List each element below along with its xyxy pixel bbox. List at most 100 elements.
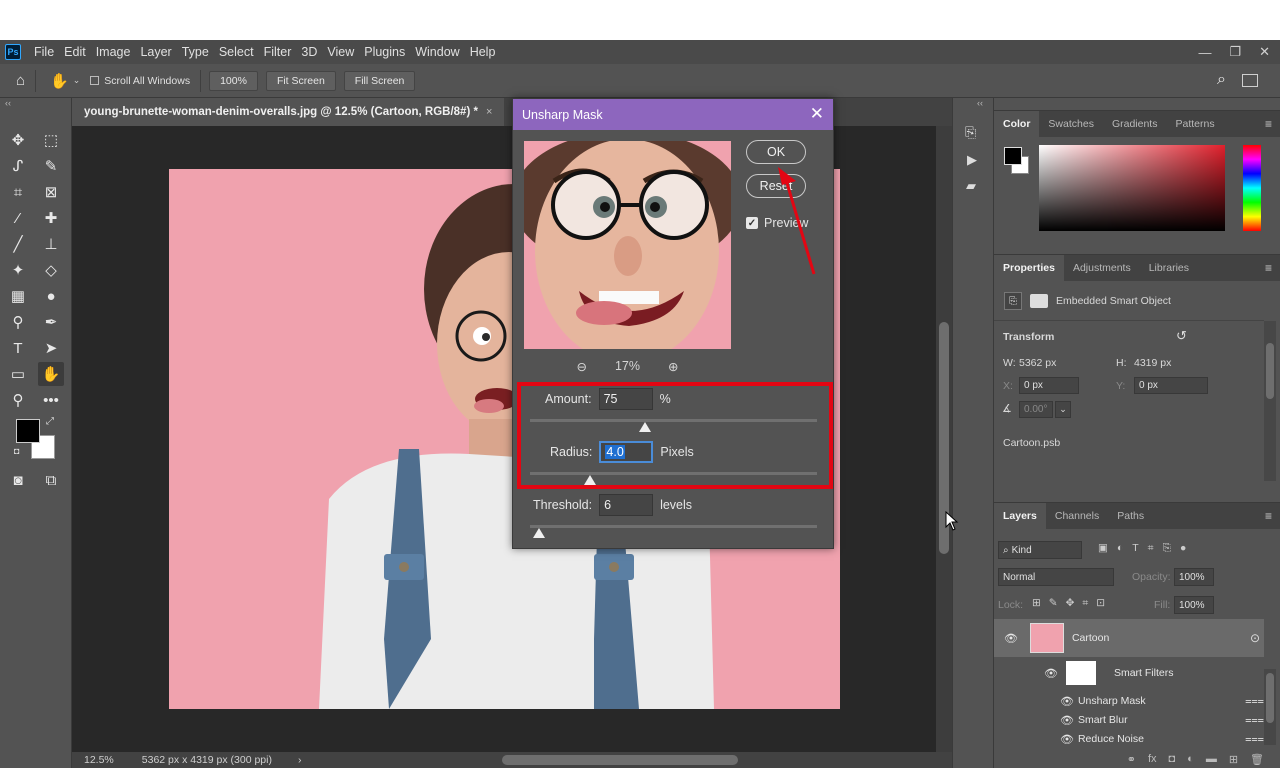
filter-row[interactable]: 👁 Unsharp Mask ⩶ xyxy=(994,692,1264,710)
menu-select[interactable]: Select xyxy=(214,40,259,64)
menu-image[interactable]: Image xyxy=(91,40,136,64)
lock-icons[interactable]: ⊞✎✥⌗⊡ xyxy=(1032,597,1113,610)
panel-menu-icon[interactable]: ≡ xyxy=(1265,261,1272,275)
expand-panels-icon[interactable]: ‹‹ xyxy=(977,98,983,108)
minimize-button[interactable]: — xyxy=(1198,45,1211,60)
move-tool-icon[interactable]: ✥ xyxy=(5,128,31,152)
tab-paths[interactable]: Paths xyxy=(1108,503,1153,529)
collapse-icon[interactable]: ‹‹ xyxy=(5,98,11,108)
new-layer-icon[interactable]: ⊞ xyxy=(1229,753,1238,766)
actions-play-icon[interactable]: ▶ xyxy=(967,152,977,168)
color-field[interactable] xyxy=(1039,145,1225,231)
quick-select-tool-icon[interactable]: ✎ xyxy=(38,154,64,178)
link-icon[interactable]: ⚭ xyxy=(1127,753,1136,766)
healing-brush-tool-icon[interactable]: ✚ xyxy=(38,206,64,230)
blur-tool-icon[interactable]: ● xyxy=(38,284,64,308)
width-value[interactable]: 5362 px xyxy=(1019,357,1056,369)
reset-transform-icon[interactable]: ↺ xyxy=(1176,328,1187,344)
eye-icon[interactable]: 👁 xyxy=(1060,695,1074,708)
status-arrow-icon[interactable]: › xyxy=(298,754,302,766)
smart-filters-row[interactable]: 👁 Smart Filters xyxy=(994,661,1264,685)
eraser-tool-icon[interactable]: ◇ xyxy=(38,258,64,282)
stamp-tool-icon[interactable]: ⊥ xyxy=(38,232,64,256)
fill-screen-button[interactable]: Fill Screen xyxy=(343,70,416,91)
menu-file[interactable]: File xyxy=(29,40,59,64)
menu-window[interactable]: Window xyxy=(410,40,464,64)
folder-icon[interactable]: ▬ xyxy=(1206,753,1217,765)
zoom-tool-icon[interactable]: ⚲ xyxy=(5,388,31,412)
eye-icon[interactable]: 👁 xyxy=(1044,667,1058,680)
foreground-color-swatch[interactable] xyxy=(16,419,40,443)
menu-edit[interactable]: Edit xyxy=(59,40,91,64)
trash-icon[interactable]: 🗑 xyxy=(1250,753,1264,766)
hue-slider[interactable] xyxy=(1243,145,1261,231)
chevron-down-icon[interactable]: ⌄ xyxy=(73,75,81,86)
restore-button[interactable]: ❐ xyxy=(1229,44,1241,60)
rectangle-tool-icon[interactable]: ▭ xyxy=(5,362,31,386)
filter-options-icon[interactable]: ⩶ xyxy=(1245,695,1264,708)
fx-icon[interactable]: fx xyxy=(1148,753,1157,765)
tab-patterns[interactable]: Patterns xyxy=(1166,111,1223,137)
hand-tool-icon[interactable]: ✋ xyxy=(38,362,64,386)
filter-preview[interactable] xyxy=(524,141,731,349)
search-icon[interactable]: ⌕ xyxy=(1217,71,1226,89)
eye-icon[interactable]: 👁 xyxy=(1004,632,1018,645)
gradient-tool-icon[interactable]: ▦ xyxy=(5,284,31,308)
threshold-input[interactable]: 6 xyxy=(599,494,654,516)
menu-help[interactable]: Help xyxy=(465,40,501,64)
zoom-out-icon[interactable]: ⊖ xyxy=(577,359,587,374)
quick-mask-icon[interactable]: ◙ xyxy=(5,468,31,492)
tab-libraries[interactable]: Libraries xyxy=(1140,255,1198,281)
document-tab[interactable]: young-brunette-woman-denim-overalls.jpg … xyxy=(72,98,505,126)
brush-tool-icon[interactable]: ╱ xyxy=(5,232,31,256)
filter-options-icon[interactable]: ⩶ xyxy=(1245,714,1264,727)
status-zoom[interactable]: 12.5% xyxy=(84,754,114,766)
height-value[interactable]: 4319 px xyxy=(1134,357,1171,369)
eye-icon[interactable]: 👁 xyxy=(1060,714,1074,727)
filter-options-icon[interactable]: ⩶ xyxy=(1245,733,1264,746)
tab-swatches[interactable]: Swatches xyxy=(1039,111,1103,137)
history-icon[interactable]: ⎘ xyxy=(965,124,976,141)
frame-tool-icon[interactable]: ⊠ xyxy=(38,180,64,204)
opacity-input[interactable]: 100% xyxy=(1174,568,1214,586)
horizontal-scroll-thumb[interactable] xyxy=(502,755,738,765)
tab-adjustments[interactable]: Adjustments xyxy=(1064,255,1140,281)
filter-row[interactable]: 👁 Smart Blur ⩶ xyxy=(994,711,1264,729)
layer-row-cartoon[interactable]: 👁 Cartoon ⊙ xyxy=(994,619,1264,657)
path-select-tool-icon[interactable]: ➤ xyxy=(38,336,64,360)
close-icon[interactable]: ✕ xyxy=(810,104,824,124)
screen-mode-icon[interactable]: ⧉ xyxy=(38,468,64,492)
swap-colors-icon[interactable]: ⤢ xyxy=(46,416,54,427)
type-tool-icon[interactable]: T xyxy=(5,336,31,360)
home-icon[interactable]: ⌂ xyxy=(16,72,25,89)
blend-mode-select[interactable]: Normal xyxy=(998,568,1114,586)
fit-screen-button[interactable]: Fit Screen xyxy=(265,70,336,91)
menu-type[interactable]: Type xyxy=(177,40,214,64)
zoom-100-button[interactable]: 100% xyxy=(209,70,258,91)
crop-tool-icon[interactable]: ⌗ xyxy=(5,180,31,204)
scroll-all-windows-checkbox[interactable]: Scroll All Windows xyxy=(90,75,190,87)
add-mask-icon[interactable]: ◘ xyxy=(1169,753,1176,765)
menu-plugins[interactable]: Plugins xyxy=(359,40,410,64)
foreground-swatch[interactable] xyxy=(1004,147,1022,165)
tab-properties[interactable]: Properties xyxy=(994,255,1064,281)
panel-menu-icon[interactable]: ≡ xyxy=(1265,509,1272,523)
layer-kind-filter[interactable]: ⌕ Kind xyxy=(998,541,1082,559)
marquee-tool-icon[interactable]: ⬚ xyxy=(38,128,64,152)
zoom-in-icon[interactable]: ⊕ xyxy=(668,359,678,374)
tab-layers[interactable]: Layers xyxy=(994,503,1046,529)
layer-filter-icons[interactable]: ▣◐T⌗⎘● xyxy=(1098,542,1195,555)
filter-row[interactable]: 👁 Reduce Noise ⩶ xyxy=(994,730,1264,748)
hand-tool-icon[interactable]: ✋ xyxy=(50,72,69,90)
layers-scrollbar[interactable] xyxy=(1264,669,1276,745)
x-input[interactable]: 0 px xyxy=(1019,377,1079,394)
more-tools-icon[interactable]: ••• xyxy=(38,388,64,412)
y-input[interactable]: 0 px xyxy=(1134,377,1208,394)
angle-input[interactable]: 0.00° xyxy=(1019,401,1053,418)
tab-channels[interactable]: Channels xyxy=(1046,503,1108,529)
adjustment-icon[interactable]: ◐ xyxy=(1187,753,1194,765)
menu-filter[interactable]: Filter xyxy=(259,40,297,64)
close-tab-icon[interactable]: × xyxy=(486,106,492,118)
vertical-scrollbar[interactable] xyxy=(936,126,952,752)
eye-icon[interactable]: 👁 xyxy=(1060,733,1074,746)
